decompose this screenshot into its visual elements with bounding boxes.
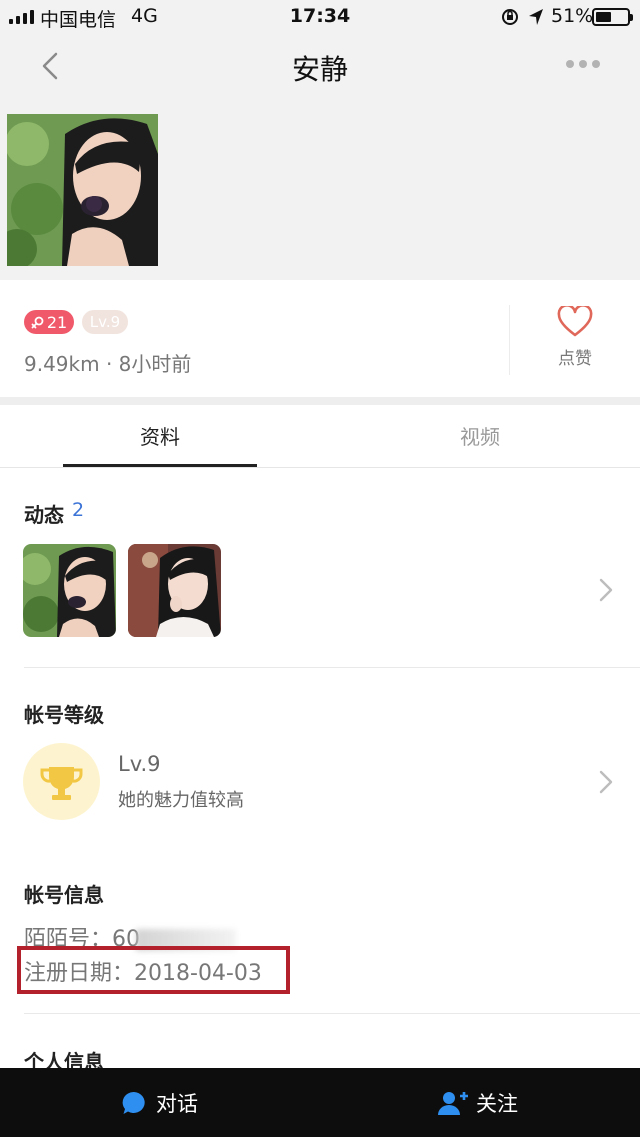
moment-thumbnail[interactable] xyxy=(23,544,116,637)
account-info-title: 帐号信息 xyxy=(24,883,104,907)
tab-profile[interactable]: 资料 xyxy=(0,405,320,467)
trophy-icon xyxy=(40,767,83,800)
battery-icon xyxy=(592,8,633,26)
chat-button[interactable]: 对话 xyxy=(120,1086,198,1120)
account-level-title: 帐号等级 xyxy=(24,703,104,727)
section-separator xyxy=(0,397,640,405)
age-badge: 21 xyxy=(24,310,74,334)
moments-title: 动态 xyxy=(24,503,64,527)
account-level-description: 她的魅力值较高 xyxy=(118,790,244,811)
like-label: 点赞 xyxy=(558,349,592,369)
female-icon xyxy=(31,316,44,328)
follow-label: 关注 xyxy=(476,1092,518,1116)
more-dots-icon[interactable] xyxy=(566,60,600,68)
battery-percentage: 51% xyxy=(551,5,594,27)
chevron-right-icon[interactable] xyxy=(598,577,614,603)
divider xyxy=(24,667,640,668)
chevron-right-icon[interactable] xyxy=(598,769,614,795)
status-bar: 中国电信 4G 17:34 51% xyxy=(0,0,640,34)
profile-tabs: 资料 视频 xyxy=(0,405,640,468)
add-user-icon xyxy=(438,1092,468,1115)
divider xyxy=(509,305,510,375)
trophy-badge xyxy=(23,743,100,820)
profile-photo[interactable] xyxy=(7,114,158,266)
profile-photo-area xyxy=(0,100,640,280)
distance-and-last-active: 9.49km · 8小时前 xyxy=(24,352,192,376)
age-value: 21 xyxy=(46,312,68,332)
active-tab-indicator xyxy=(63,464,257,467)
follow-button[interactable]: 关注 xyxy=(438,1086,518,1120)
location-arrow-icon xyxy=(529,9,543,25)
highlight-box xyxy=(17,946,290,994)
divider xyxy=(24,1013,640,1014)
page-title: 安静 xyxy=(291,53,348,86)
navigation-bar: 安静 xyxy=(0,34,640,100)
heart-outline-icon xyxy=(557,306,593,337)
tab-video[interactable]: 视频 xyxy=(320,405,640,467)
bottom-action-bar: 对话 关注 xyxy=(0,1068,640,1137)
moment-thumbnail[interactable] xyxy=(128,544,221,637)
profile-info-section: 21 Lv.9 9.49km · 8小时前 点赞 xyxy=(0,280,640,397)
level-badge: Lv.9 xyxy=(82,310,128,334)
chat-label: 对话 xyxy=(156,1092,198,1116)
moments-count: 2 xyxy=(72,499,85,521)
like-button[interactable]: 点赞 xyxy=(530,306,620,376)
account-level-value: Lv.9 xyxy=(118,752,161,776)
rotation-lock-icon xyxy=(502,9,518,25)
chat-bubble-icon xyxy=(122,1091,145,1114)
